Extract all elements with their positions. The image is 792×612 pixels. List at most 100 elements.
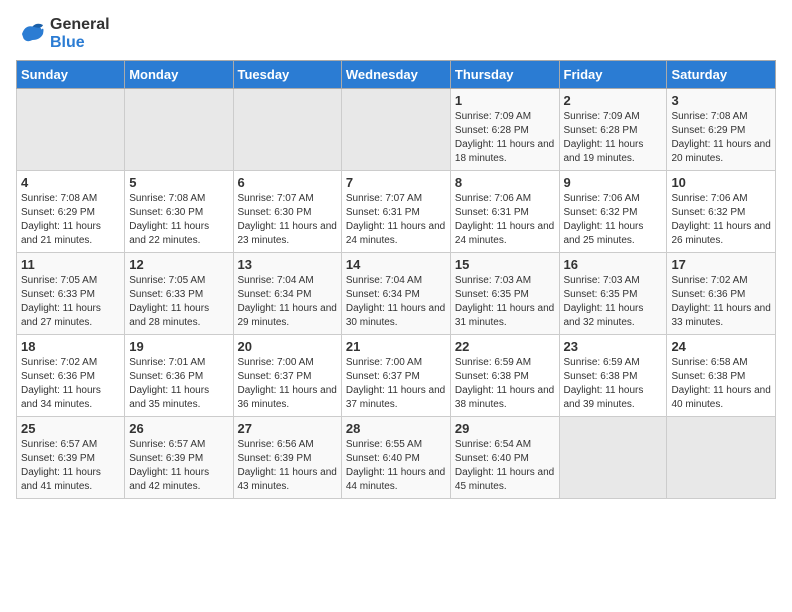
calendar-cell [233, 89, 341, 171]
day-number: 10 [671, 175, 771, 190]
day-number: 7 [346, 175, 446, 190]
calendar-cell [125, 89, 233, 171]
calendar-cell: 26 Sunrise: 6:57 AMSunset: 6:39 PMDayligh… [125, 417, 233, 499]
day-number: 27 [238, 421, 337, 436]
calendar-week-row: 1 Sunrise: 7:09 AMSunset: 6:28 PMDaylight… [17, 89, 776, 171]
day-info: Sunrise: 7:07 AMSunset: 6:31 PMDaylight:… [346, 192, 446, 248]
column-header-friday: Friday [559, 61, 667, 89]
calendar-week-row: 4 Sunrise: 7:08 AMSunset: 6:29 PMDaylight… [17, 171, 776, 253]
day-number: 3 [671, 93, 771, 108]
calendar-cell: 4 Sunrise: 7:08 AMSunset: 6:29 PMDaylight… [17, 171, 125, 253]
day-info: Sunrise: 7:02 AMSunset: 6:36 PMDaylight:… [671, 274, 771, 330]
day-info: Sunrise: 7:04 AMSunset: 6:34 PMDaylight:… [346, 274, 446, 330]
day-number: 26 [129, 421, 228, 436]
calendar-cell: 2 Sunrise: 7:09 AMSunset: 6:28 PMDaylight… [559, 89, 667, 171]
calendar-week-row: 11 Sunrise: 7:05 AMSunset: 6:33 PMDayligh… [17, 253, 776, 335]
calendar-cell: 20 Sunrise: 7:00 AMSunset: 6:37 PMDayligh… [233, 335, 341, 417]
day-info: Sunrise: 6:54 AMSunset: 6:40 PMDaylight:… [455, 438, 555, 494]
calendar-cell: 18 Sunrise: 7:02 AMSunset: 6:36 PMDayligh… [17, 335, 125, 417]
calendar-cell: 22 Sunrise: 6:59 AMSunset: 6:38 PMDayligh… [450, 335, 559, 417]
column-header-wednesday: Wednesday [341, 61, 450, 89]
calendar-cell: 9 Sunrise: 7:06 AMSunset: 6:32 PMDaylight… [559, 171, 667, 253]
calendar-cell [341, 89, 450, 171]
calendar-cell: 17 Sunrise: 7:02 AMSunset: 6:36 PMDayligh… [667, 253, 776, 335]
day-number: 22 [455, 339, 555, 354]
calendar-cell [667, 417, 776, 499]
day-number: 1 [455, 93, 555, 108]
day-info: Sunrise: 6:59 AMSunset: 6:38 PMDaylight:… [564, 356, 663, 412]
logo-icon [16, 19, 46, 49]
calendar-cell: 24Sunrise: 6:58 AMSunset: 6:38 PMDayligh… [667, 335, 776, 417]
day-number: 12 [129, 257, 228, 272]
calendar-cell: 23 Sunrise: 6:59 AMSunset: 6:38 PMDayligh… [559, 335, 667, 417]
day-number: 11 [21, 257, 120, 272]
day-info: Sunrise: 7:05 AMSunset: 6:33 PMDaylight:… [21, 274, 120, 330]
day-number: 4 [21, 175, 120, 190]
day-info: Sunrise: 6:59 AMSunset: 6:38 PMDaylight:… [455, 356, 555, 412]
logo: General Blue [16, 16, 110, 52]
day-number: 17 [671, 257, 771, 272]
day-info: Sunrise: 7:08 AMSunset: 6:29 PMDaylight:… [21, 192, 120, 248]
calendar-cell: 13Sunrise: 7:04 AMSunset: 6:34 PMDayligh… [233, 253, 341, 335]
day-info: Sunrise: 7:09 AMSunset: 6:28 PMDaylight:… [455, 110, 555, 166]
day-number: 14 [346, 257, 446, 272]
day-info: Sunrise: 7:07 AMSunset: 6:30 PMDaylight:… [238, 192, 337, 248]
calendar-cell: 11 Sunrise: 7:05 AMSunset: 6:33 PMDayligh… [17, 253, 125, 335]
calendar-cell: 27 Sunrise: 6:56 AMSunset: 6:39 PMDayligh… [233, 417, 341, 499]
page-header: General Blue [16, 16, 776, 52]
day-info: Sunrise: 6:55 AMSunset: 6:40 PMDaylight:… [346, 438, 446, 494]
calendar-cell: 19 Sunrise: 7:01 AMSunset: 6:36 PMDayligh… [125, 335, 233, 417]
calendar-cell: 10 Sunrise: 7:06 AMSunset: 6:32 PMDayligh… [667, 171, 776, 253]
calendar-cell: 3 Sunrise: 7:08 AMSunset: 6:29 PMDaylight… [667, 89, 776, 171]
day-number: 24 [671, 339, 771, 354]
day-info: Sunrise: 7:06 AMSunset: 6:31 PMDaylight:… [455, 192, 555, 248]
calendar-cell: 25Sunrise: 6:57 AMSunset: 6:39 PMDayligh… [17, 417, 125, 499]
day-number: 8 [455, 175, 555, 190]
day-info: Sunrise: 7:06 AMSunset: 6:32 PMDaylight:… [671, 192, 771, 248]
day-info: Sunrise: 7:00 AMSunset: 6:37 PMDaylight:… [346, 356, 446, 412]
day-info: Sunrise: 7:00 AMSunset: 6:37 PMDaylight:… [238, 356, 337, 412]
calendar-cell: 16 Sunrise: 7:03 AMSunset: 6:35 PMDayligh… [559, 253, 667, 335]
calendar-cell: 28 Sunrise: 6:55 AMSunset: 6:40 PMDayligh… [341, 417, 450, 499]
day-number: 21 [346, 339, 446, 354]
column-header-thursday: Thursday [450, 61, 559, 89]
calendar-cell: 14 Sunrise: 7:04 AMSunset: 6:34 PMDayligh… [341, 253, 450, 335]
day-number: 23 [564, 339, 663, 354]
day-number: 16 [564, 257, 663, 272]
day-number: 25 [21, 421, 120, 436]
day-number: 18 [21, 339, 120, 354]
day-number: 6 [238, 175, 337, 190]
column-header-monday: Monday [125, 61, 233, 89]
calendar-cell: 15 Sunrise: 7:03 AMSunset: 6:35 PMDayligh… [450, 253, 559, 335]
day-number: 28 [346, 421, 446, 436]
day-number: 15 [455, 257, 555, 272]
calendar-cell: 1 Sunrise: 7:09 AMSunset: 6:28 PMDaylight… [450, 89, 559, 171]
day-number: 20 [238, 339, 337, 354]
day-number: 19 [129, 339, 228, 354]
calendar-cell [17, 89, 125, 171]
day-info: Sunrise: 7:03 AMSunset: 6:35 PMDaylight:… [564, 274, 663, 330]
logo-text: General Blue [50, 16, 110, 52]
calendar-header-row: SundayMondayTuesdayWednesdayThursdayFrid… [17, 61, 776, 89]
day-number: 2 [564, 93, 663, 108]
day-info: Sunrise: 7:01 AMSunset: 6:36 PMDaylight:… [129, 356, 228, 412]
calendar-cell: 12Sunrise: 7:05 AMSunset: 6:33 PMDayligh… [125, 253, 233, 335]
day-number: 29 [455, 421, 555, 436]
day-info: Sunrise: 6:56 AMSunset: 6:39 PMDaylight:… [238, 438, 337, 494]
day-info: Sunrise: 7:08 AMSunset: 6:30 PMDaylight:… [129, 192, 228, 248]
day-info: Sunrise: 7:09 AMSunset: 6:28 PMDaylight:… [564, 110, 663, 166]
calendar-cell: 21 Sunrise: 7:00 AMSunset: 6:37 PMDayligh… [341, 335, 450, 417]
day-info: Sunrise: 7:02 AMSunset: 6:36 PMDaylight:… [21, 356, 120, 412]
calendar-table: SundayMondayTuesdayWednesdayThursdayFrid… [16, 60, 776, 499]
calendar-week-row: 18 Sunrise: 7:02 AMSunset: 6:36 PMDayligh… [17, 335, 776, 417]
day-info: Sunrise: 7:06 AMSunset: 6:32 PMDaylight:… [564, 192, 663, 248]
day-info: Sunrise: 7:03 AMSunset: 6:35 PMDaylight:… [455, 274, 555, 330]
calendar-cell: 5 Sunrise: 7:08 AMSunset: 6:30 PMDaylight… [125, 171, 233, 253]
day-number: 9 [564, 175, 663, 190]
calendar-cell: 29 Sunrise: 6:54 AMSunset: 6:40 PMDayligh… [450, 417, 559, 499]
day-info: Sunrise: 7:08 AMSunset: 6:29 PMDaylight:… [671, 110, 771, 166]
day-info: Sunrise: 6:57 AMSunset: 6:39 PMDaylight:… [129, 438, 228, 494]
calendar-cell: 8 Sunrise: 7:06 AMSunset: 6:31 PMDaylight… [450, 171, 559, 253]
day-number: 5 [129, 175, 228, 190]
column-header-saturday: Saturday [667, 61, 776, 89]
